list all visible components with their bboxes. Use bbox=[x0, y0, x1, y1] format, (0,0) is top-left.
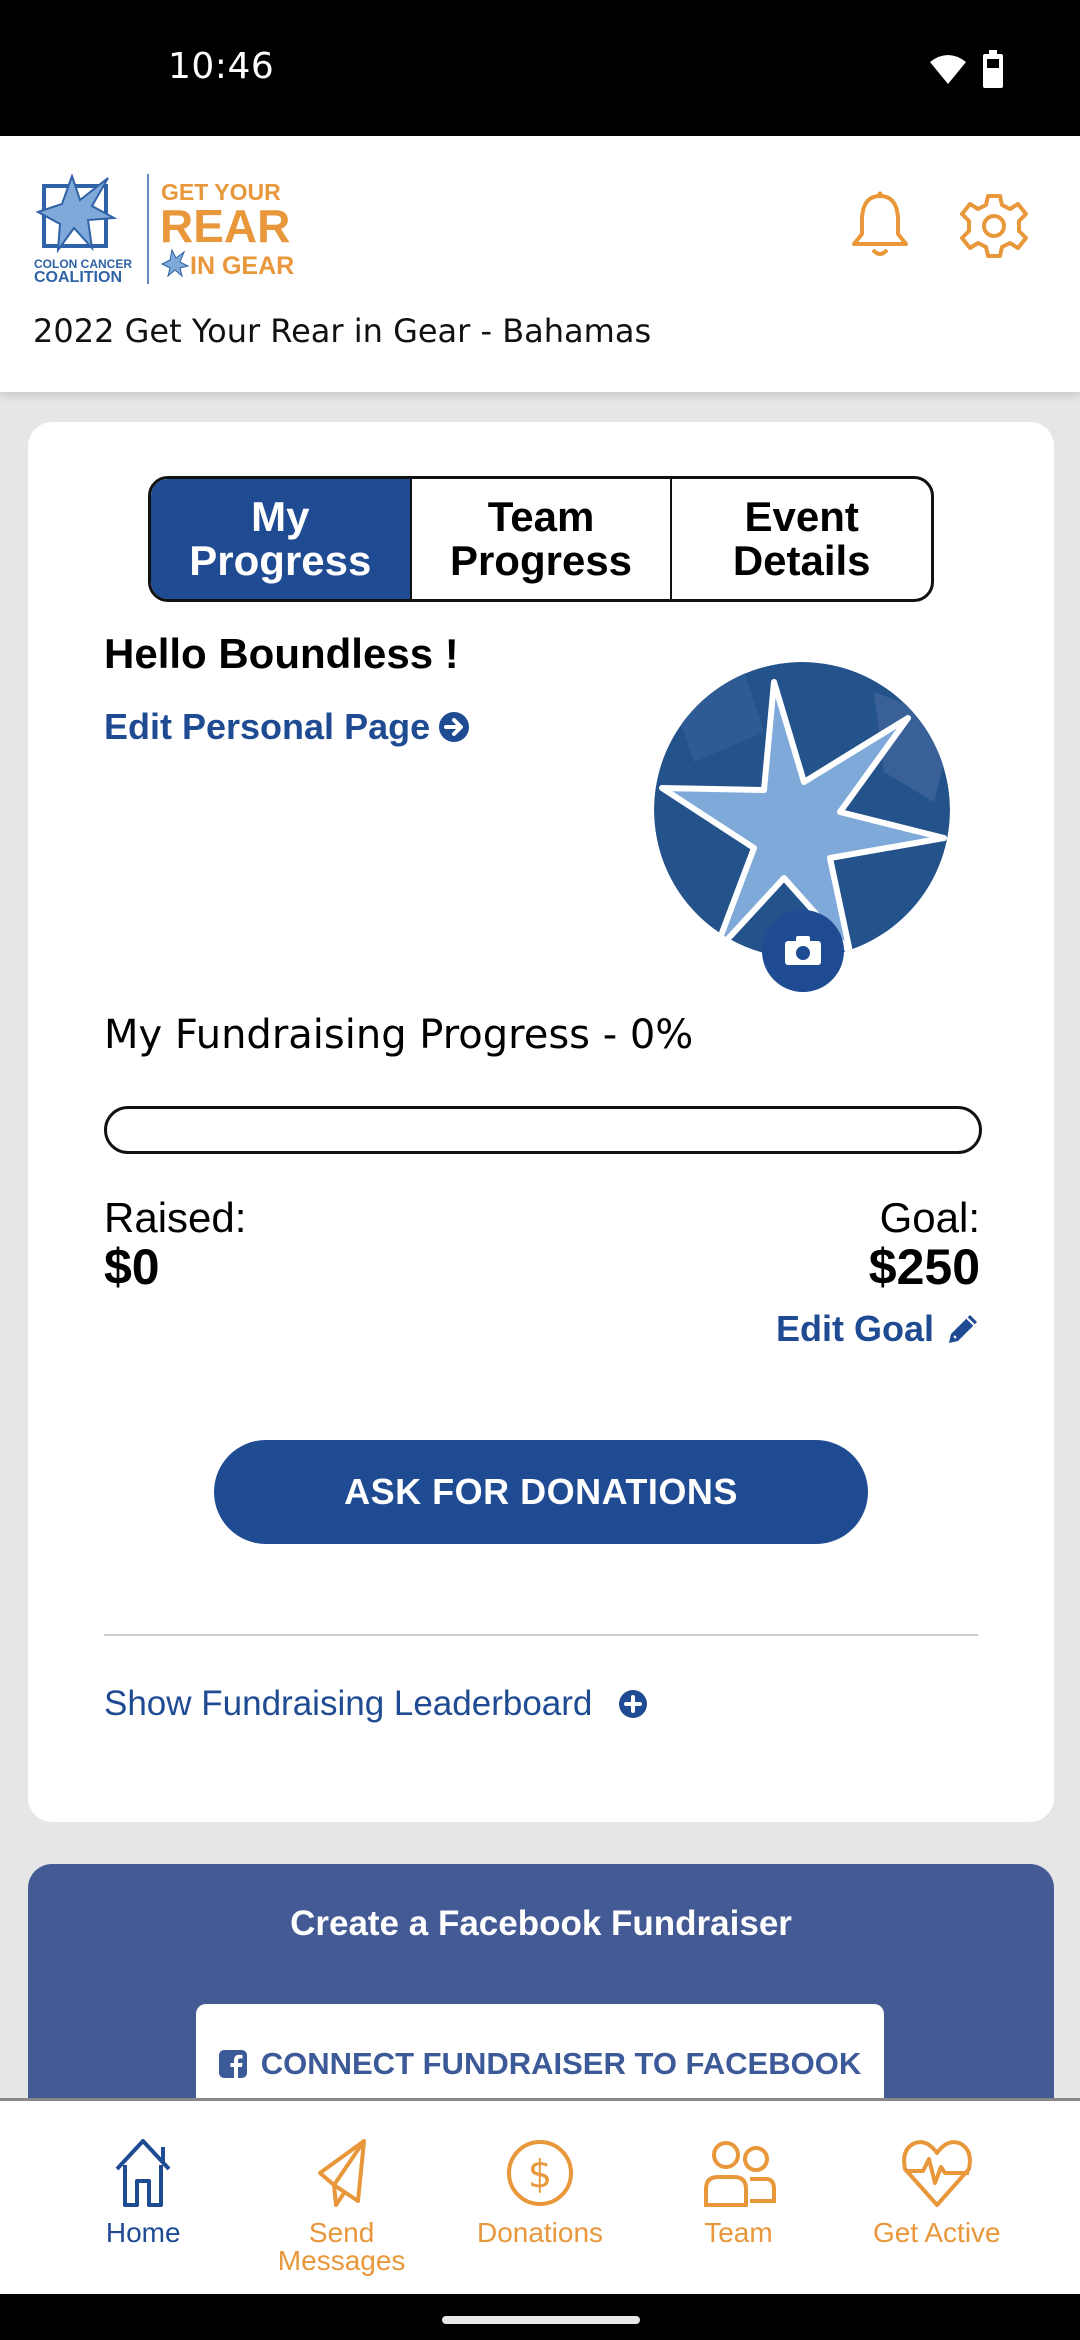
fundraising-progress-bar bbox=[104, 1106, 982, 1154]
show-leaderboard-link[interactable]: Show Fundraising Leaderboard bbox=[104, 1684, 648, 1724]
app-header: COLON CANCER COALITION GET YOUR REAR IN … bbox=[0, 136, 1080, 392]
nav-home[interactable]: Home bbox=[44, 2101, 242, 2294]
paper-plane-icon bbox=[317, 2139, 366, 2207]
progress-card: My Progress Team Progress Event Details Hel… bbox=[28, 422, 1054, 1822]
nav-donations[interactable]: $ Donations bbox=[441, 2101, 639, 2294]
svg-text:$: $ bbox=[528, 2152, 552, 2196]
facebook-icon bbox=[218, 2050, 247, 2078]
brand-line2: REAR bbox=[160, 200, 290, 252]
nav-get-active[interactable]: Get Active bbox=[838, 2101, 1036, 2294]
plus-circle-icon bbox=[619, 1690, 648, 1718]
edit-goal-label: Edit Goal bbox=[775, 1308, 934, 1349]
connect-facebook-label: CONNECT FUNDRAISER TO FACEBOOK bbox=[260, 2046, 862, 2081]
facebook-card-title: Create a Facebook Fundraiser bbox=[290, 1904, 792, 1943]
arrow-circle-right-icon bbox=[439, 712, 470, 742]
battery-icon bbox=[983, 50, 1003, 88]
bell-icon[interactable] bbox=[842, 188, 918, 264]
tab-event-details[interactable]: Event Details bbox=[670, 479, 931, 599]
goal-label: Goal: bbox=[879, 1194, 980, 1241]
edit-personal-page-link[interactable]: Edit Personal Page bbox=[104, 706, 470, 748]
nav-send-messages[interactable]: Send Messages bbox=[242, 2101, 440, 2294]
status-bar: 10:46 bbox=[0, 0, 1080, 136]
fundraising-progress-title: My Fundraising Progress - 0% bbox=[104, 1012, 694, 1058]
home-indicator[interactable] bbox=[442, 2316, 640, 2324]
ask-for-donations-button[interactable]: ASK FOR DONATIONS bbox=[214, 1440, 868, 1544]
gesture-bar bbox=[0, 2294, 1080, 2340]
home-icon bbox=[115, 2139, 171, 2207]
people-icon bbox=[704, 2141, 777, 2207]
goal-value: $250 bbox=[868, 1239, 980, 1295]
raised-value: $0 bbox=[104, 1239, 160, 1295]
divider bbox=[104, 1634, 978, 1636]
camera-icon bbox=[785, 936, 821, 965]
bottom-nav: Home Send Messages $ Donations Team Get A… bbox=[0, 2098, 1080, 2294]
brand-line3: IN GEAR bbox=[190, 252, 294, 280]
nav-team[interactable]: Team bbox=[639, 2101, 837, 2294]
dollar-circle-icon: $ bbox=[507, 2140, 574, 2206]
edit-personal-page-label: Edit Personal Page bbox=[104, 706, 431, 747]
wifi-icon bbox=[930, 55, 966, 84]
status-time: 10:46 bbox=[168, 46, 275, 87]
greeting: Hello Boundless ! bbox=[104, 630, 459, 677]
get-your-rear-in-gear-logo[interactable]: COLON CANCER COALITION GET YOUR REAR IN … bbox=[30, 172, 300, 286]
tab-team-progress[interactable]: Team Progress bbox=[409, 479, 671, 599]
leaderboard-label: Show Fundraising Leaderboard bbox=[104, 1684, 593, 1723]
heart-pulse-icon bbox=[901, 2140, 972, 2207]
tab-my-progress[interactable]: My Progress bbox=[151, 479, 410, 599]
change-photo-button[interactable] bbox=[762, 910, 844, 992]
gear-icon[interactable] bbox=[956, 188, 1032, 264]
raised-label: Raised: bbox=[104, 1194, 247, 1241]
pencil-icon bbox=[949, 1315, 977, 1343]
edit-goal-link[interactable]: Edit Goal bbox=[776, 1308, 980, 1350]
event-title: 2022 Get Your Rear in Gear - Bahamas bbox=[33, 312, 652, 350]
tab-bar: My Progress Team Progress Event Details bbox=[148, 476, 934, 602]
org-name-line2: COALITION bbox=[34, 269, 122, 286]
